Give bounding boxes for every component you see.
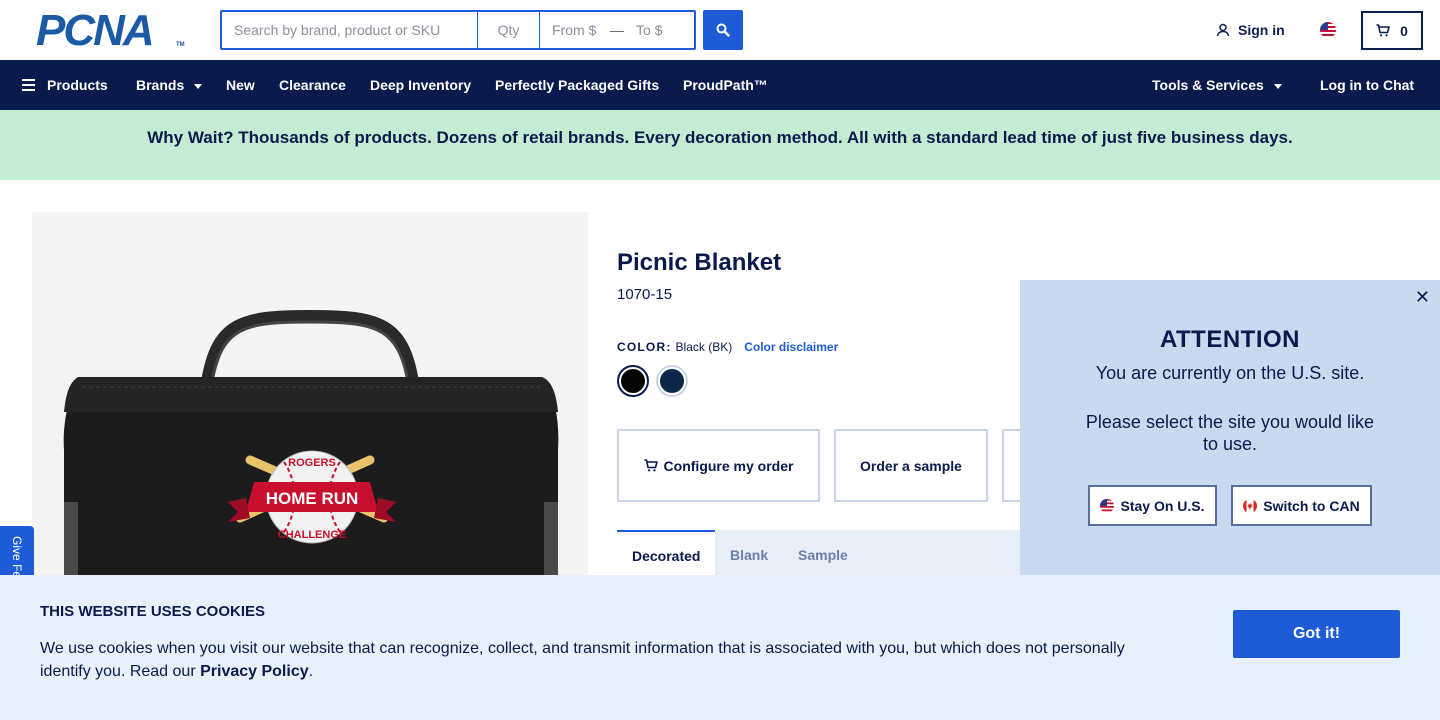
stay-us-label: Stay On U.S. [1120, 497, 1205, 514]
nav-deep-inventory-label: Deep Inventory [370, 77, 472, 93]
nav-deep-inventory[interactable]: Deep Inventory [370, 60, 471, 110]
sign-in-link[interactable]: Sign in [1216, 22, 1285, 38]
configure-order-label: Configure my order [663, 457, 794, 474]
nav-tools-label: Tools & Services [1152, 77, 1264, 93]
order-sample-label: Order a sample [860, 457, 962, 474]
picnic-blanket-illustration: HOME RUN ROGERS CHALLENGE [63, 309, 559, 592]
color-value: Black (BK) [675, 340, 733, 354]
caret-down-icon [1273, 83, 1282, 89]
swatch-black[interactable] [617, 365, 649, 397]
privacy-policy-link[interactable]: Privacy Policy [200, 663, 309, 680]
switch-can-button[interactable]: Switch to CAN [1231, 485, 1372, 526]
price-from-input[interactable] [540, 12, 610, 48]
product-image[interactable]: HOME RUN ROGERS CHALLENGE [32, 212, 588, 592]
search-icon [716, 23, 730, 37]
cookie-text: We use cookies when you visit our websit… [40, 637, 1160, 683]
nav-proudpath[interactable]: ProudPath™ [683, 60, 768, 110]
sign-in-label: Sign in [1238, 22, 1285, 38]
switch-can-label: Switch to CAN [1263, 497, 1360, 514]
got-it-button[interactable]: Got it! [1233, 610, 1400, 658]
us-flag-icon [1100, 498, 1115, 513]
canada-flag-icon [1243, 498, 1258, 513]
promo-banner: Why Wait? Thousands of products. Dozens … [0, 110, 1440, 180]
tab-decorated-label: Decorated [632, 548, 701, 564]
order-sample-button[interactable]: Order a sample [834, 429, 988, 502]
color-label: COLOR: [617, 340, 672, 354]
caret-down-icon [194, 83, 203, 89]
quantity-input[interactable] [478, 12, 540, 48]
nav-packaged-gifts-label: Perfectly Packaged Gifts [495, 77, 660, 93]
color-disclaimer-link[interactable]: Color disclaimer [744, 340, 838, 354]
swatch-navy-fill [660, 369, 684, 393]
swatch-black-fill [621, 369, 645, 393]
nav-brands[interactable]: Brands [136, 60, 203, 110]
nav-packaged-gifts[interactable]: Perfectly Packaged Gifts [495, 60, 659, 110]
attention-title: ATTENTION [1159, 326, 1301, 353]
attention-message: You are currently on the U.S. site. [1095, 363, 1365, 383]
cart-count: 0 [1400, 22, 1408, 39]
promo-text: Why Wait? Thousands of products. Dozens … [147, 127, 1293, 147]
color-selector-label: COLOR: Black (BK) Color disclaimer [617, 340, 838, 354]
cart-icon [1376, 24, 1390, 37]
tab-sample-label: Sample [798, 547, 848, 563]
price-to-input[interactable] [624, 12, 694, 48]
product-title: Picnic Blanket [617, 249, 782, 276]
attention-prompt: Please select the site you would like to… [1085, 412, 1375, 454]
nav-brands-label: Brands [136, 77, 185, 93]
nav-clearance-label: Clearance [279, 77, 346, 93]
nav-products[interactable]: Products [22, 60, 108, 110]
main-nav: Products Brands New Clearance Deep Inven… [0, 60, 1440, 110]
menu-icon [22, 79, 35, 91]
nav-tools-services[interactable]: Tools & Services [1152, 60, 1282, 110]
search-button[interactable] [703, 10, 743, 50]
tab-blank-label: Blank [730, 547, 769, 563]
pcna-logo[interactable]: PCNA TM [36, 9, 186, 53]
logo-trademark: TM [176, 42, 185, 48]
price-range-dash: — [610, 22, 624, 38]
tab-decorated[interactable]: Decorated [617, 530, 716, 580]
search-input[interactable] [222, 12, 478, 48]
nav-products-label: Products [47, 77, 108, 93]
nav-chat-login[interactable]: Log in to Chat [1320, 60, 1414, 110]
nav-clearance[interactable]: Clearance [279, 60, 346, 110]
nav-new[interactable]: New [226, 60, 255, 110]
cookie-banner: THIS WEBSITE USES COOKIES We use cookies… [0, 575, 1440, 720]
stay-us-button[interactable]: Stay On U.S. [1088, 485, 1217, 526]
logo-top-text: ROGERS [288, 457, 336, 469]
cart-button[interactable]: 0 [1361, 11, 1423, 50]
logo-text: PCNA [36, 6, 155, 55]
close-icon[interactable]: ✕ [1415, 288, 1430, 306]
tab-sample[interactable]: Sample [798, 530, 848, 580]
search-bar: — [220, 10, 696, 50]
swatch-navy[interactable] [656, 365, 688, 397]
product-sku: 1070-15 [617, 286, 673, 303]
tab-blank[interactable]: Blank [730, 530, 768, 580]
nav-new-label: New [226, 77, 255, 93]
nav-chat-label: Log in to Chat [1320, 77, 1415, 93]
logo-mid-text: HOME RUN [266, 489, 359, 508]
logo-bottom-text: CHALLENGE [278, 529, 346, 541]
nav-proudpath-label: ProudPath™ [683, 77, 768, 93]
site-header: PCNA TM — Sign in [0, 0, 1440, 60]
cookie-period: . [308, 663, 314, 680]
cookie-title: THIS WEBSITE USES COOKIES [40, 603, 266, 620]
configure-order-button[interactable]: Configure my order [617, 429, 820, 502]
us-flag-icon[interactable] [1320, 22, 1336, 38]
cart-icon [644, 459, 658, 472]
user-icon [1216, 23, 1230, 37]
